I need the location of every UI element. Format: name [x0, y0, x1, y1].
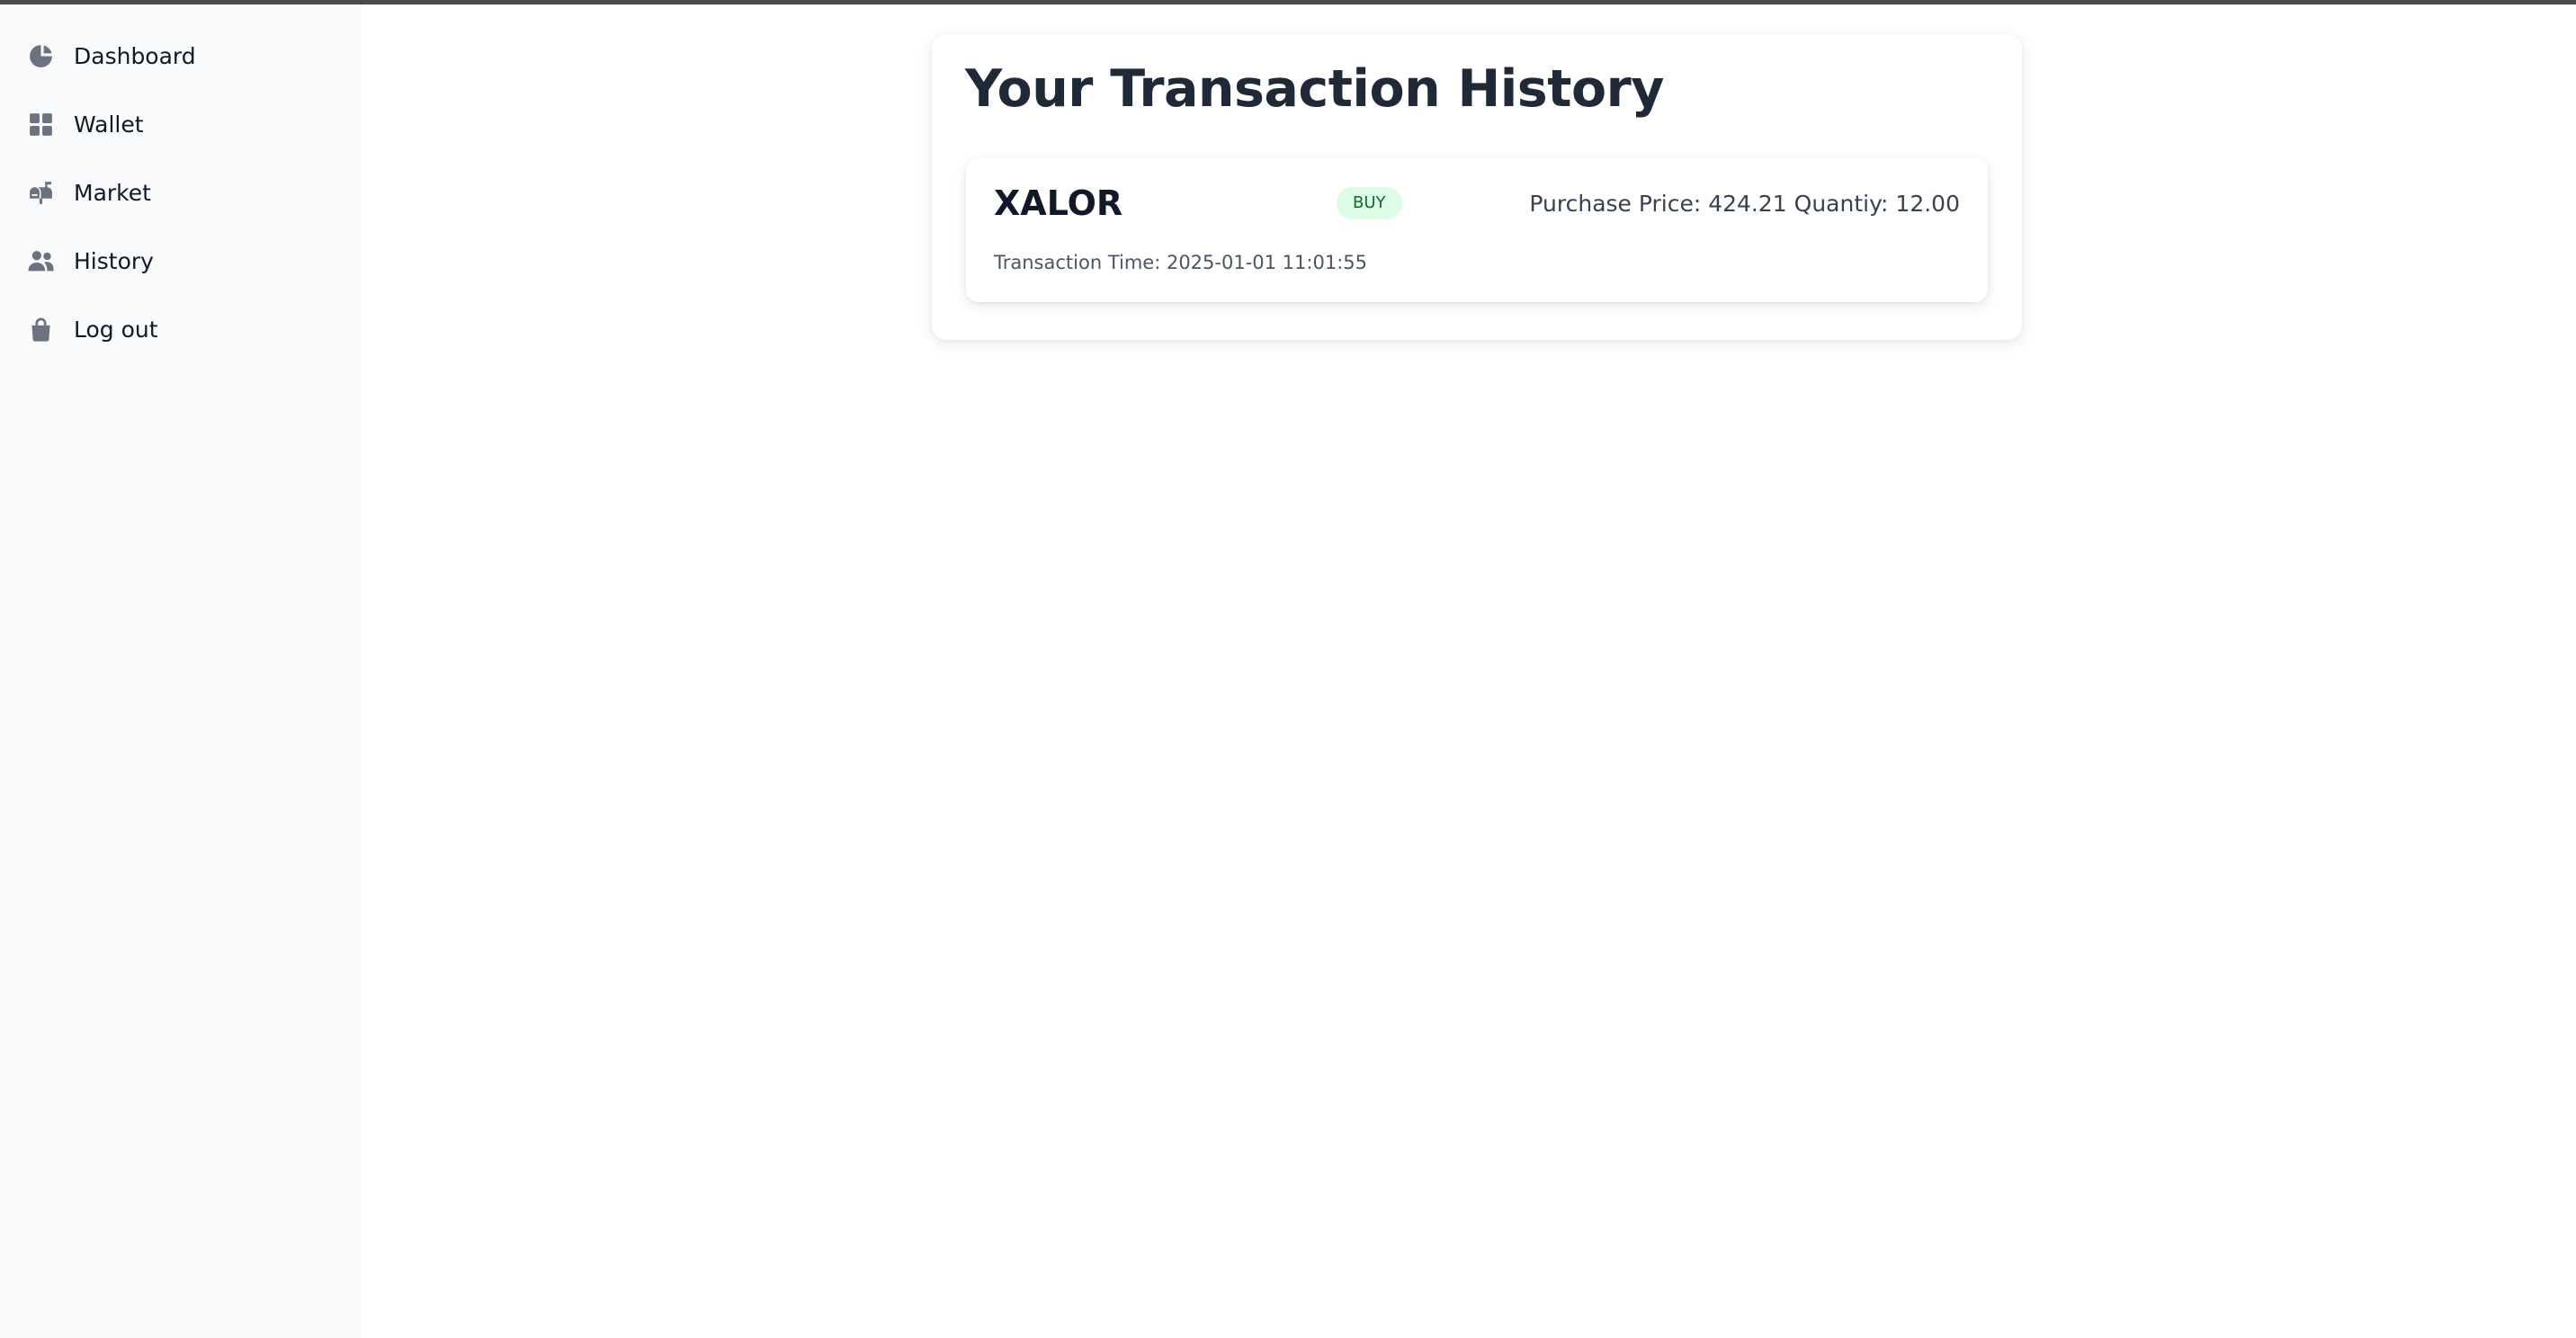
- mailbox-icon: [20, 176, 74, 209]
- sidebar-item-label: Wallet: [74, 111, 144, 138]
- transaction-price-quantity: Purchase Price: 424.21 Quantiy: 12.00: [1529, 191, 1960, 217]
- window-top-border: [0, 0, 2576, 4]
- transaction-symbol: XALOR: [994, 183, 1123, 223]
- grid-icon: [20, 108, 74, 140]
- pie-chart-icon: [20, 40, 74, 72]
- sidebar-item-label: Dashboard: [74, 42, 196, 69]
- sidebar-item-wallet[interactable]: Wallet: [20, 97, 353, 151]
- transaction-type-badge: BUY: [1337, 187, 1402, 219]
- transaction-card: XALOR BUY Purchase Price: 424.21 Quantiy…: [966, 158, 1988, 302]
- sidebar-item-dashboard[interactable]: Dashboard: [20, 29, 353, 83]
- sidebar-item-label: Market: [74, 179, 151, 206]
- page-title: Your Transaction History: [965, 59, 1664, 119]
- transaction-history-panel: Your Transaction History XALOR BUY Purch…: [932, 34, 2022, 340]
- shopping-bag-icon: [20, 313, 74, 345]
- sidebar: Dashboard Wallet Market History Log out: [0, 4, 362, 1338]
- sidebar-item-logout[interactable]: Log out: [20, 302, 353, 356]
- sidebar-item-market[interactable]: Market: [20, 165, 353, 219]
- sidebar-item-label: Log out: [74, 316, 158, 343]
- transaction-time: Transaction Time: 2025-01-01 11:01:55: [994, 252, 1367, 273]
- users-icon: [20, 245, 74, 277]
- sidebar-item-label: History: [74, 247, 154, 274]
- sidebar-item-history[interactable]: History: [20, 234, 353, 288]
